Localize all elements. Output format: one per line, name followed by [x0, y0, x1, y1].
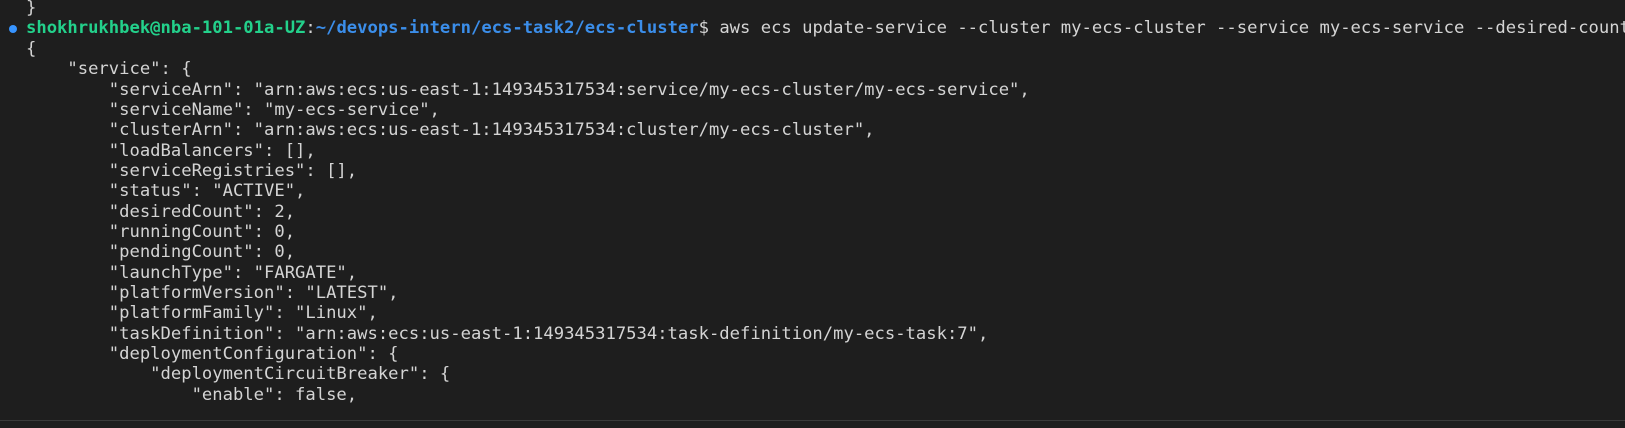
- command-prompt-line: shokhrukhbek@nba-101-01a-UZ:~/devops-int…: [26, 18, 1625, 39]
- prompt-separator: :: [305, 18, 316, 38]
- json-line-status: "status": "ACTIVE",: [26, 181, 306, 201]
- json-line-service: "service": {: [26, 59, 192, 79]
- json-line-running-count: "runningCount": 0,: [26, 222, 296, 242]
- json-line-service-name: "serviceName": "my-ecs-service",: [26, 100, 440, 120]
- prompt-user-host: shokhrukhbek@nba-101-01a-UZ: [26, 18, 306, 38]
- json-line-enable: "enable": false,: [26, 385, 358, 405]
- terminal-bottom-divider: [0, 420, 1625, 421]
- command-text: aws ecs update-service --cluster my-ecs-…: [719, 18, 1625, 38]
- command-status-dot-icon[interactable]: [9, 25, 17, 33]
- terminal-output[interactable]: } shokhrukhbek@nba-101-01a-UZ:~/devops-i…: [0, 0, 1625, 428]
- json-line-desired-count: "desiredCount": 2,: [26, 202, 296, 222]
- prompt-working-directory: ~/devops-intern/ecs-task2/ecs-cluster: [315, 18, 699, 38]
- json-line-deployment-circuit-breaker: "deploymentCircuitBreaker": {: [26, 364, 451, 384]
- json-line-open-brace: {: [26, 39, 37, 59]
- previous-output-line: }: [26, 0, 37, 18]
- json-line-cluster-arn: "clusterArn": "arn:aws:ecs:us-east-1:149…: [26, 120, 875, 140]
- json-line-deployment-configuration: "deploymentConfiguration": {: [26, 344, 399, 364]
- json-line-platform-version: "platformVersion": "LATEST",: [26, 283, 399, 303]
- json-line-task-definition: "taskDefinition": "arn:aws:ecs:us-east-1…: [26, 324, 989, 344]
- json-line-load-balancers: "loadBalancers": [],: [26, 141, 316, 161]
- json-line-service-arn: "serviceArn": "arn:aws:ecs:us-east-1:149…: [26, 80, 1030, 100]
- prompt-symbol: $: [698, 18, 720, 38]
- json-line-platform-family: "platformFamily": "Linux",: [26, 303, 378, 323]
- json-line-service-registries: "serviceRegistries": [],: [26, 161, 358, 181]
- json-line-pending-count: "pendingCount": 0,: [26, 242, 296, 262]
- json-line-launch-type: "launchType": "FARGATE",: [26, 263, 358, 283]
